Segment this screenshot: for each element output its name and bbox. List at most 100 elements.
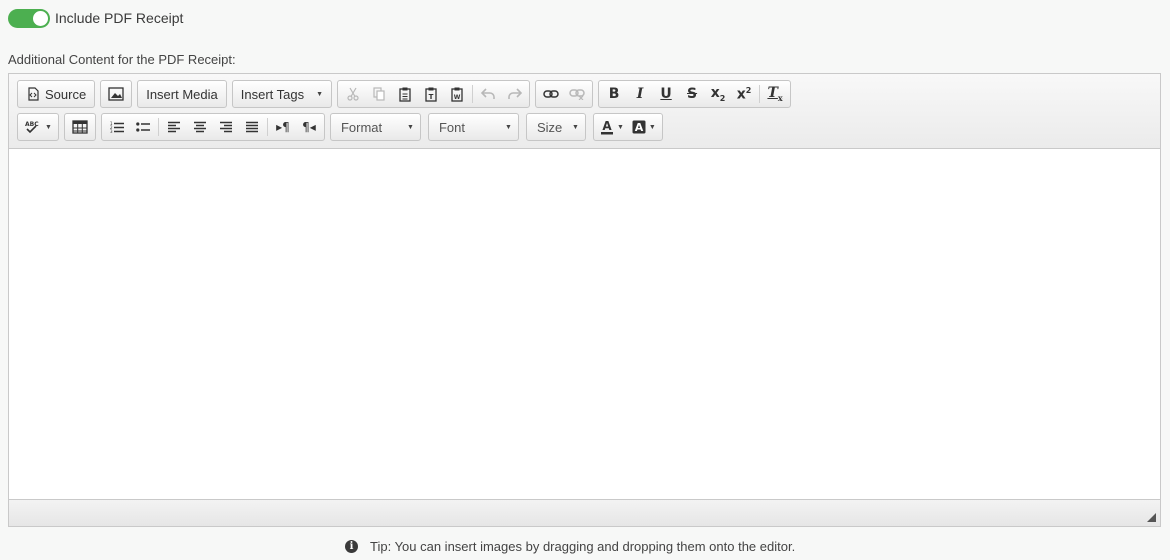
pdf-receipt-toggle-row: Include PDF Receipt xyxy=(8,8,183,28)
spellcheck-icon: ABC xyxy=(25,121,39,134)
svg-text:T: T xyxy=(429,93,434,101)
align-right-button[interactable] xyxy=(213,115,239,139)
text-direction-ltr-button[interactable]: ▸¶ xyxy=(270,115,296,139)
rich-text-editor: Source Insert Media Insert Tags ▼ T W B … xyxy=(8,73,1161,527)
superscript-button[interactable]: x2 xyxy=(731,82,757,106)
align-center-icon xyxy=(193,121,206,133)
insert-media-button[interactable]: Insert Media xyxy=(140,82,224,106)
bulleted-list-button[interactable] xyxy=(130,115,156,139)
align-left-button[interactable] xyxy=(161,115,187,139)
underline-button[interactable]: U xyxy=(653,82,679,106)
editor-status-bar xyxy=(9,499,1160,526)
numbered-list-button[interactable]: 1 2 3 xyxy=(104,115,130,139)
insert-tags-group: Insert Tags ▼ xyxy=(231,80,333,108)
text-color-button[interactable]: A ▼ xyxy=(596,115,628,139)
italic-button[interactable]: I xyxy=(627,82,653,106)
bold-button[interactable]: B xyxy=(601,82,627,106)
toggle-knob xyxy=(33,10,48,26)
editor-tip: i Tip: You can insert images by dragging… xyxy=(345,539,795,554)
image-icon xyxy=(108,87,124,101)
undo-icon xyxy=(480,88,495,99)
image-group xyxy=(100,80,133,108)
table-icon xyxy=(72,120,88,134)
paste-word-button[interactable]: W xyxy=(444,82,470,106)
remove-format-icon: Tx xyxy=(767,85,783,103)
clipboard-group: T W xyxy=(337,80,531,108)
italic-icon: I xyxy=(636,86,644,102)
paragraph-group: 1 2 3 ▸¶ ¶◂ xyxy=(100,113,325,141)
insert-tags-label: Insert Tags xyxy=(240,86,305,102)
svg-text:A: A xyxy=(602,119,612,133)
link-group xyxy=(535,80,594,108)
copy-icon xyxy=(373,87,385,101)
size-select[interactable]: Size ▼ xyxy=(525,113,586,141)
image-button[interactable] xyxy=(103,82,129,106)
paste-text-button[interactable]: T xyxy=(418,82,444,106)
svg-text:3: 3 xyxy=(110,129,113,133)
undo-button[interactable] xyxy=(475,82,501,106)
text-direction-ltr-icon: ▸¶ xyxy=(276,120,290,134)
paste-text-icon: T xyxy=(425,87,437,102)
justify-button[interactable] xyxy=(239,115,265,139)
text-color-icon: A xyxy=(600,119,613,135)
insert-tags-button[interactable]: Insert Tags ▼ xyxy=(235,82,329,106)
editor-content-area[interactable] xyxy=(9,149,1160,499)
resize-handle-icon[interactable] xyxy=(1147,513,1156,522)
source-group: Source xyxy=(17,80,96,108)
svg-text:A: A xyxy=(635,121,644,134)
subscript-icon: x2 xyxy=(710,84,726,103)
paste-button[interactable] xyxy=(392,82,418,106)
table-group xyxy=(63,113,96,141)
spellcheck-group: ABC ▼ xyxy=(17,113,59,141)
background-color-icon: A xyxy=(632,120,646,134)
align-center-button[interactable] xyxy=(187,115,213,139)
toolbar-separator xyxy=(759,85,761,103)
redo-icon xyxy=(507,88,522,99)
align-left-icon xyxy=(167,121,180,133)
link-button[interactable] xyxy=(538,82,564,106)
underline-icon: U xyxy=(660,86,672,102)
svg-text:W: W xyxy=(454,94,461,101)
text-direction-rtl-button[interactable]: ¶◂ xyxy=(296,115,322,139)
include-pdf-receipt-toggle[interactable] xyxy=(8,8,50,28)
insert-media-group: Insert Media xyxy=(137,80,227,108)
bold-icon: B xyxy=(608,86,620,102)
chevron-down-icon: ▼ xyxy=(648,123,656,131)
unlink-icon xyxy=(569,89,585,100)
additional-content-label: Additional Content for the PDF Receipt: xyxy=(8,52,236,67)
paste-word-icon: W xyxy=(451,87,463,102)
toolbar-separator xyxy=(157,118,159,136)
redo-button[interactable] xyxy=(501,82,527,106)
link-icon xyxy=(543,90,559,98)
chevron-down-icon: ▼ xyxy=(572,123,579,131)
editor-toolbar: Source Insert Media Insert Tags ▼ T W B … xyxy=(9,74,1160,149)
source-label: Source xyxy=(45,86,87,102)
superscript-icon: x2 xyxy=(736,85,752,103)
toolbar-separator xyxy=(472,85,474,103)
source-button[interactable]: Source xyxy=(20,82,92,106)
format-select[interactable]: Format ▼ xyxy=(329,113,421,141)
bulleted-list-icon xyxy=(136,122,150,132)
cut-button[interactable] xyxy=(340,82,366,106)
unlink-button[interactable] xyxy=(564,82,590,106)
chevron-down-icon: ▼ xyxy=(316,90,324,98)
subscript-button[interactable]: x2 xyxy=(705,82,731,106)
strikethrough-icon: S xyxy=(687,86,698,102)
spellcheck-button[interactable]: ABC ▼ xyxy=(20,115,56,139)
strikethrough-button[interactable]: S xyxy=(679,82,705,106)
remove-format-button[interactable]: Tx xyxy=(762,82,788,106)
toolbar-separator xyxy=(266,118,268,136)
table-button[interactable] xyxy=(67,115,93,139)
tip-text: Tip: You can insert images by dragging a… xyxy=(370,539,796,554)
numbered-list-icon: 1 2 3 xyxy=(110,121,124,133)
chevron-down-icon: ▼ xyxy=(616,123,624,131)
font-select[interactable]: Font ▼ xyxy=(427,113,519,141)
colors-group: A ▼ A ▼ xyxy=(592,113,663,141)
font-select-label: Font xyxy=(438,119,465,135)
format-select-label: Format xyxy=(340,119,383,135)
copy-button[interactable] xyxy=(366,82,392,106)
include-pdf-receipt-label: Include PDF Receipt xyxy=(55,10,184,26)
info-icon: i xyxy=(345,540,358,553)
background-color-button[interactable]: A ▼ xyxy=(628,115,660,139)
chevron-down-icon: ▼ xyxy=(505,123,512,131)
